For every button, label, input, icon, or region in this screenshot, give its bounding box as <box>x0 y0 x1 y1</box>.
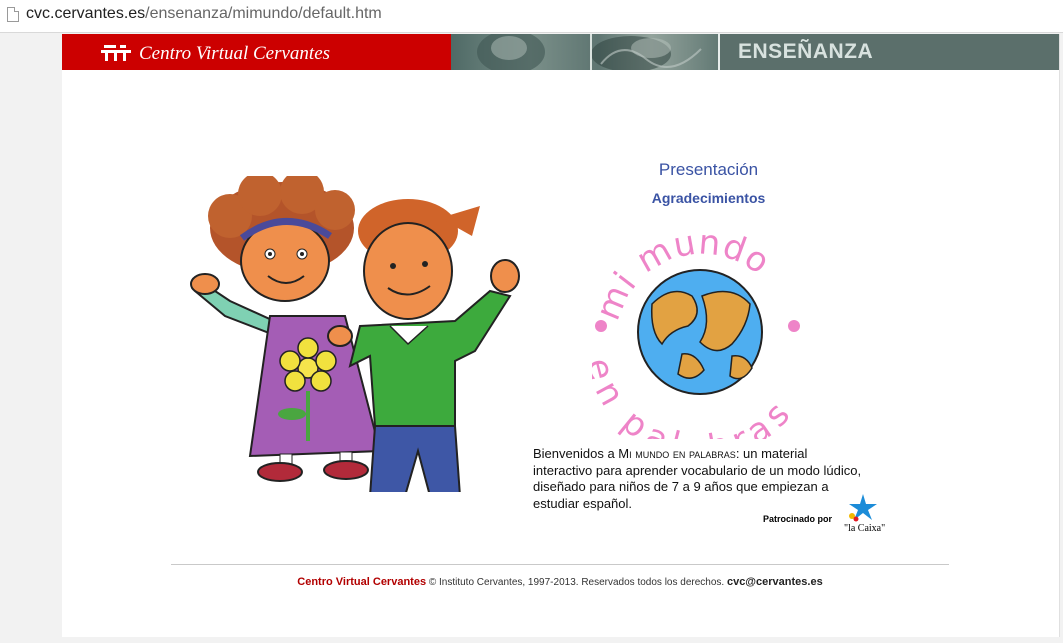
footer-brand-link[interactable]: Centro Virtual Cervantes <box>297 576 426 588</box>
header-art-image <box>451 34 718 70</box>
page-icon <box>7 7 19 22</box>
footer-copyright: © Instituto Cervantes, 1997-2013. Reserv… <box>426 577 727 588</box>
footer-divider <box>171 564 949 565</box>
url-text[interactable]: cvc.cervantes.es/ensenanza/mimundo/defau… <box>26 5 382 23</box>
sponsor-name: "la Caixa" <box>844 523 886 534</box>
cervantes-logo-icon <box>101 45 131 61</box>
la-caixa-logo[interactable]: "la Caixa" <box>838 492 886 534</box>
welcome-text: Bienvenidos a Mi mundo en palabras: un m… <box>533 446 863 512</box>
welcome-pre: Bienvenidos a <box>533 446 619 461</box>
header-section-bar[interactable]: ENSEÑANZA <box>718 34 1059 70</box>
url-host: cvc.cervantes.es <box>26 5 146 22</box>
footer-email-link[interactable]: cvc@cervantes.es <box>727 576 823 588</box>
page-content: Centro Virtual Cervantes ENSEÑANZA Prese… <box>62 34 1060 637</box>
presentacion-link[interactable]: Presentación <box>582 160 835 180</box>
footer: Centro Virtual Cervantes © Instituto Cer… <box>171 576 949 588</box>
children-illustration <box>190 176 520 492</box>
globe-icon <box>637 269 763 395</box>
star-logo-icon <box>849 494 877 522</box>
mi-mundo-en-palabras-logo: mi mundo en palabras <box>592 234 800 439</box>
url-path: /ensenanza/mimundo/default.htm <box>145 5 382 22</box>
header-brand-bar[interactable]: Centro Virtual Cervantes <box>62 34 451 70</box>
section-title: ENSEÑANZA <box>738 40 874 63</box>
brand-title: Centro Virtual Cervantes <box>139 43 331 64</box>
welcome-title: Mi mundo en palabras <box>618 446 736 461</box>
address-bar[interactable]: cvc.cervantes.es/ensenanza/mimundo/defau… <box>0 0 1063 33</box>
agradecimientos-link[interactable]: Agradecimientos <box>582 190 835 206</box>
sponsor-label: Patrocinado por <box>763 514 833 524</box>
